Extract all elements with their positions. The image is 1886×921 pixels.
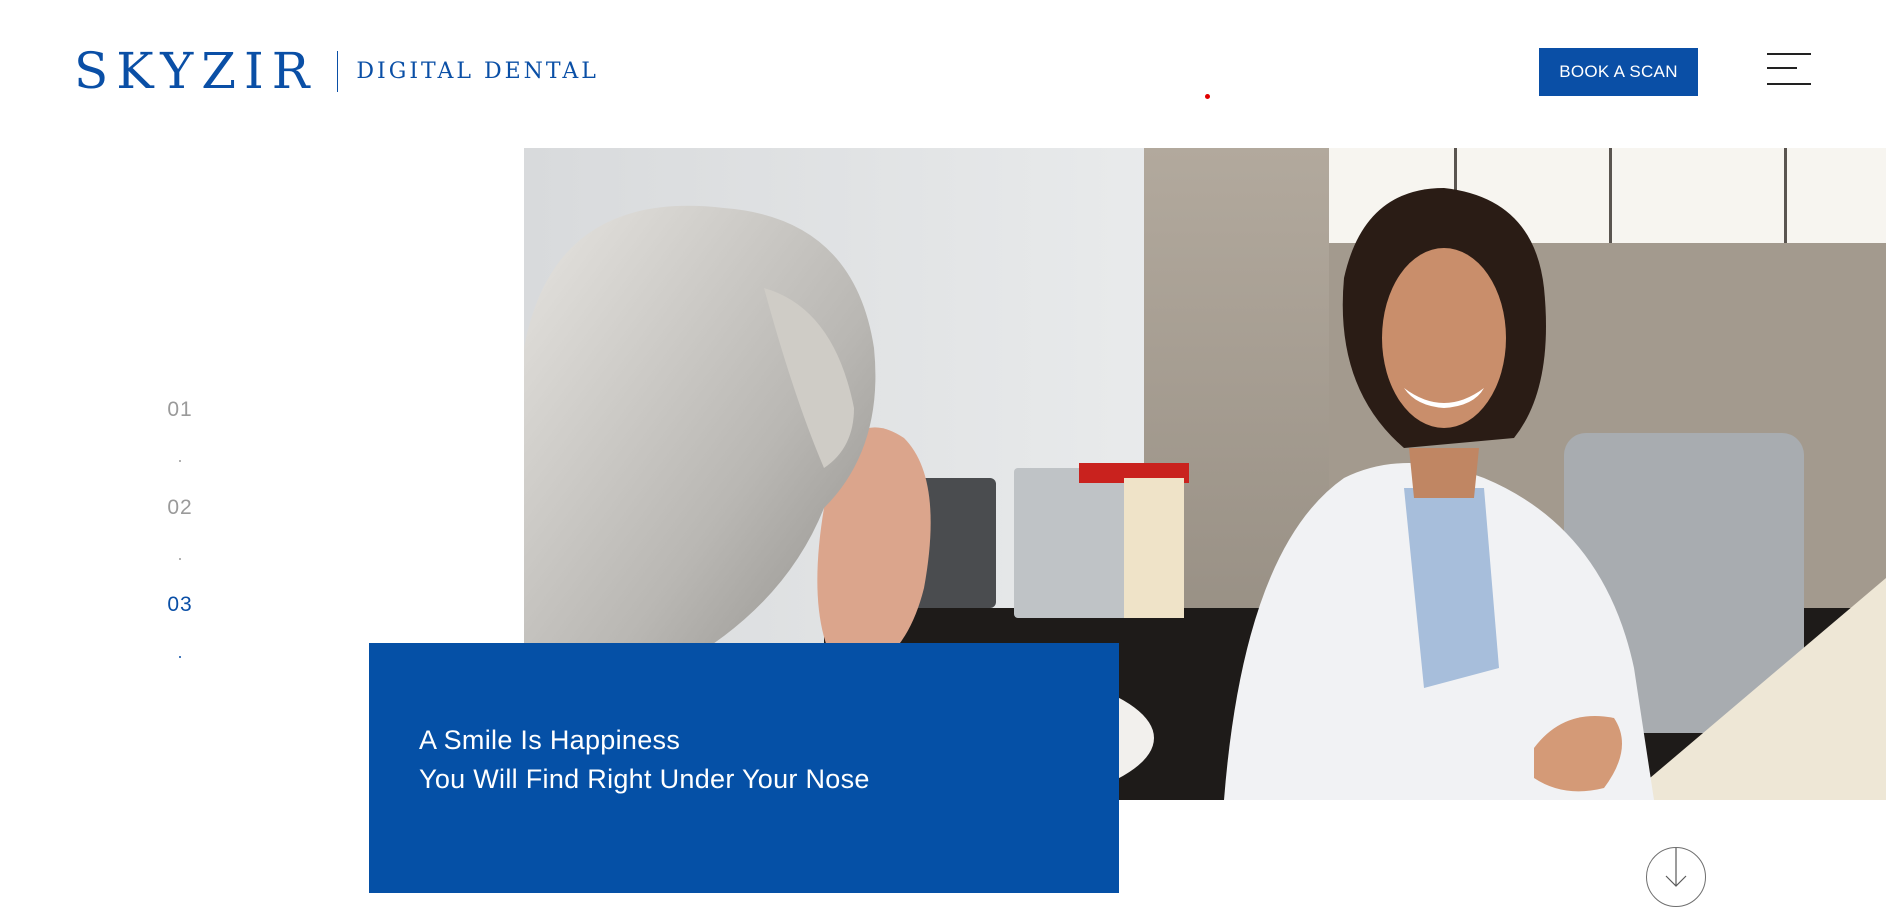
- logo-subtitle: DIGITAL DENTAL: [356, 58, 599, 84]
- status-dot: [1205, 94, 1210, 99]
- scroll-down-button[interactable]: [1646, 847, 1706, 907]
- logo[interactable]: SKYZIR DIGITAL DENTAL: [74, 46, 599, 96]
- slide-nav-01[interactable]: 01: [150, 398, 210, 422]
- book-a-scan-button[interactable]: BOOK A SCAN: [1539, 48, 1698, 96]
- hero-caption-line-2: You Will Find Right Under Your Nose: [419, 764, 870, 794]
- arrow-down-icon: [1665, 848, 1687, 887]
- menu-line: [1767, 83, 1811, 85]
- hamburger-icon[interactable]: [1767, 52, 1813, 86]
- menu-line: [1767, 53, 1811, 55]
- slide-dot: [179, 460, 181, 462]
- menu-line: [1767, 67, 1797, 69]
- logo-divider: [337, 50, 339, 92]
- slide-dot: [179, 558, 181, 560]
- slide-nav-02[interactable]: 02: [150, 496, 210, 520]
- site-header: SKYZIR DIGITAL DENTAL BOOK A SCAN: [0, 0, 1886, 145]
- slide-dot-active: [179, 656, 181, 658]
- slide-nav-03[interactable]: 03: [150, 593, 210, 617]
- logo-wordmark: SKYZIR: [74, 42, 318, 100]
- hero-caption-line-1: A Smile Is Happiness: [419, 725, 681, 755]
- hero-caption-card: A Smile Is Happiness You Will Find Right…: [369, 643, 1119, 893]
